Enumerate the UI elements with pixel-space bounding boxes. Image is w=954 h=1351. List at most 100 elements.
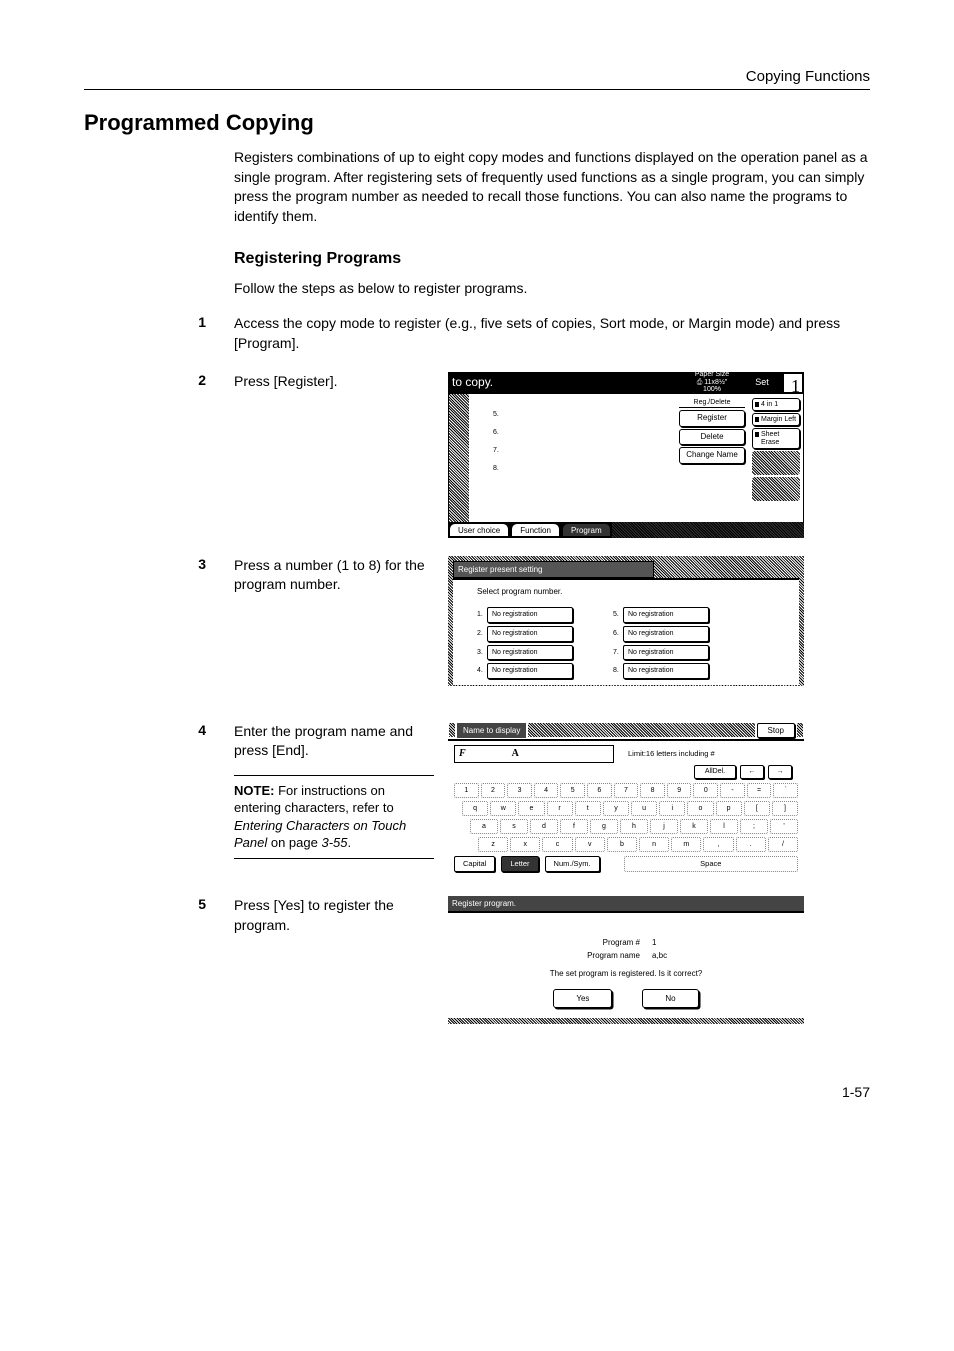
stop-button[interactable]: Stop [757,723,795,738]
space-key[interactable]: Space [624,856,798,873]
keyboard-key[interactable]: 7 [614,783,639,798]
program-slot-4[interactable]: No registration [487,663,573,679]
keyboard-key[interactable]: c [542,837,572,852]
screen4-title: Register program. [448,896,804,913]
intro-paragraph: Registers combinations of up to eight co… [234,148,870,226]
keyboard-key[interactable]: [ [744,801,770,816]
keyboard-key[interactable]: h [620,819,648,834]
keyboard-key[interactable]: s [500,819,528,834]
cell-num: 1. [477,610,485,620]
register-button[interactable]: Register [679,410,745,426]
keyboard-key[interactable]: = [747,783,772,798]
step-number-3: 3 [84,556,234,572]
keyboard-key[interactable]: 3 [507,783,532,798]
keyboard-key[interactable]: g [590,819,618,834]
follow-text: Follow the steps as below to register pr… [234,280,870,296]
delete-button[interactable]: Delete [679,429,745,445]
program-slot-6[interactable]: No registration [623,626,709,642]
name-input[interactable]: FA [454,745,614,763]
keyboard-key[interactable]: o [687,801,713,816]
all-delete-button[interactable]: AllDel. [694,765,736,779]
program-slot-8[interactable]: No registration [623,663,709,679]
step-text-4: Enter the program name and press [End]. [234,722,434,761]
keyboard-key[interactable]: 9 [667,783,692,798]
keyboard-key[interactable]: 6 [587,783,612,798]
keyboard-key[interactable]: 2 [481,783,506,798]
keyboard-key[interactable]: x [510,837,540,852]
keyboard-key[interactable]: 4 [534,783,559,798]
tab-program[interactable]: Program [562,523,611,537]
program-name-label: Program name [550,950,640,961]
screen-copy-program: to copy. Paper Size ⎙ 11x8½" 100% Set 1 [448,372,804,538]
keyboard-key[interactable]: 5 [560,783,585,798]
keyboard-key[interactable]: k [680,819,708,834]
tab-user-choice[interactable]: User choice [449,523,509,537]
keyboard-key[interactable]: 0 [693,783,718,798]
limit-label: Limit:16 letters including # [618,749,798,760]
step-text-3: Press a number (1 to 8) for the program … [234,556,434,595]
keyboard-key[interactable]: p [716,801,742,816]
keyboard-key[interactable]: u [631,801,657,816]
step-text-5: Press [Yes] to register the program. [234,896,434,935]
keyboard-key[interactable]: q [462,801,488,816]
keyboard-key[interactable]: b [607,837,637,852]
cell-num: 5. [613,610,621,620]
cursor-right-button[interactable]: → [768,765,792,779]
keyboard-key[interactable]: ` [773,783,798,798]
keyboard-key[interactable]: i [659,801,685,816]
keyboard-key[interactable]: y [603,801,629,816]
confirm-question: The set program is registered. Is it cor… [454,968,798,979]
keyboard-key[interactable]: - [720,783,745,798]
cell-num: 6. [613,629,621,639]
tab-capital[interactable]: Capital [454,856,495,873]
keyboard-key[interactable]: ; [740,819,768,834]
side-4in1-button[interactable]: 4 in 1 [752,398,800,411]
keyboard-key[interactable]: z [478,837,508,852]
change-name-button[interactable]: Change Name [679,447,745,463]
keyboard-key[interactable]: n [639,837,669,852]
reg-delete-label: Reg./Delete [679,398,745,409]
program-slot-1[interactable]: No registration [487,607,573,623]
tab-function[interactable]: Function [511,523,560,537]
keyboard-key[interactable]: / [768,837,798,852]
tab-num-sym[interactable]: Num./Sym. [545,856,600,873]
cell-num: 7. [613,648,621,658]
keyboard-key[interactable]: 1 [454,783,479,798]
program-number-value: 1 [652,937,702,948]
keyboard-key[interactable]: m [671,837,701,852]
keyboard-key[interactable]: t [575,801,601,816]
program-slot-2[interactable]: No registration [487,626,573,642]
cursor-left-button[interactable]: ← [740,765,764,779]
program-slot-3[interactable]: No registration [487,645,573,661]
note-block: NOTE: For instructions on entering chara… [234,775,434,859]
side-sheet-erase-button[interactable]: Sheet Erase [752,428,800,449]
tab-letter[interactable]: Letter [501,856,538,873]
program-name-value: a,bc [652,950,702,961]
heading-registering-programs: Registering Programs [234,250,870,268]
step-text-2: Press [Register]. [234,372,434,392]
keyboard-key[interactable]: ' [770,819,798,834]
keyboard-key[interactable]: r [547,801,573,816]
keyboard-key[interactable]: f [560,819,588,834]
keyboard-key[interactable]: j [650,819,678,834]
no-button[interactable]: No [642,989,698,1008]
keyboard-key[interactable]: w [490,801,516,816]
yes-button[interactable]: Yes [553,989,612,1008]
keyboard-key[interactable]: ] [772,801,798,816]
program-slot-5[interactable]: No registration [623,607,709,623]
side-margin-button[interactable]: Margin Left [752,413,800,426]
keyboard-key[interactable]: . [736,837,766,852]
step-number-5: 5 [84,896,234,912]
program-slot-7[interactable]: No registration [623,645,709,661]
step-number-4: 4 [84,722,234,738]
keyboard-key[interactable]: a [470,819,498,834]
keyboard-key[interactable]: 8 [640,783,665,798]
paper-size-value: ⎙ 11x8½" [682,379,742,387]
keyboard-key[interactable]: d [530,819,558,834]
keyboard-key[interactable]: v [575,837,605,852]
keyboard-key[interactable]: l [710,819,738,834]
keyboard-key[interactable]: , [703,837,733,852]
screen-register-confirm: Register program. Program #1 Program nam… [448,896,804,1024]
keyboard-key[interactable]: e [518,801,544,816]
set-label: Set [742,376,782,389]
